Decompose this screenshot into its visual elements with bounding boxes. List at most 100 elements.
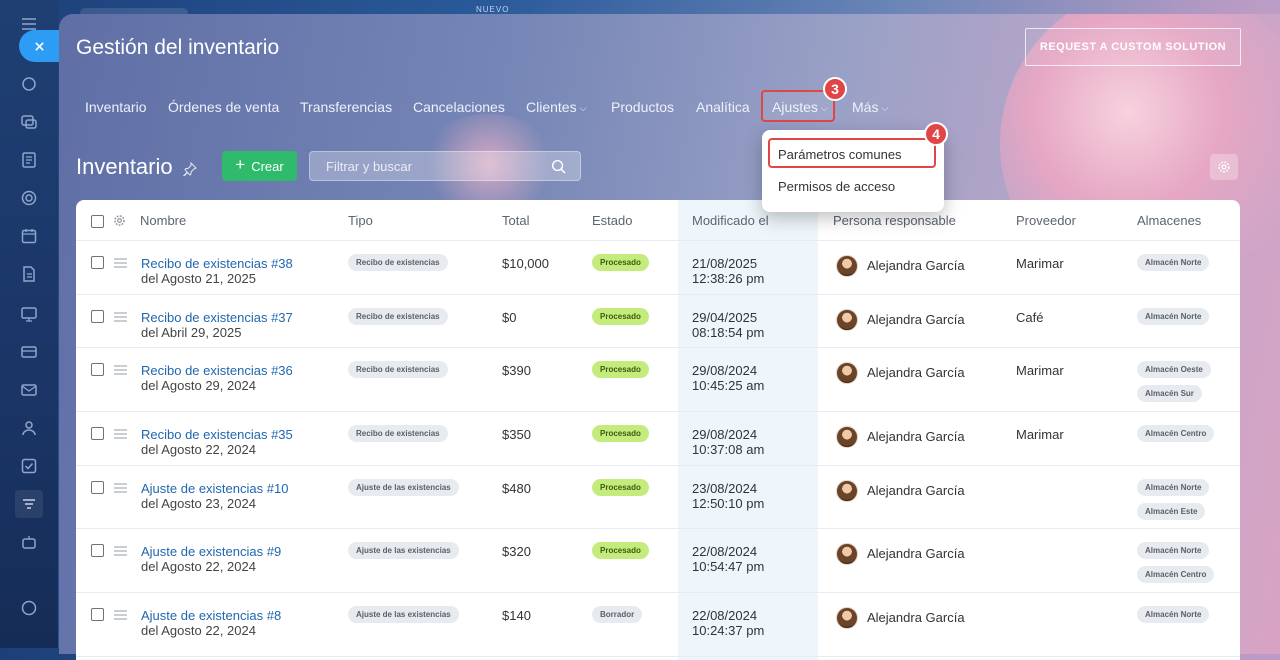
column-header-tipo[interactable]: Tipo bbox=[348, 213, 373, 228]
row-checkbox[interactable] bbox=[91, 363, 104, 376]
tab-mas[interactable]: Más ⌵ bbox=[852, 99, 888, 115]
tab-cancelaciones[interactable]: Cancelaciones bbox=[413, 99, 505, 115]
document-date: del Agosto 22, 2024 bbox=[141, 559, 256, 574]
responsible-person[interactable]: Alejandra García bbox=[867, 312, 965, 327]
gear-icon bbox=[1218, 161, 1230, 173]
pin-icon[interactable] bbox=[183, 162, 197, 176]
modified-time: 12:50:10 pm bbox=[692, 496, 765, 511]
tab-productos[interactable]: Productos bbox=[611, 99, 674, 115]
warehouse-badge: Almacén Norte bbox=[1137, 254, 1210, 271]
row-checkbox[interactable] bbox=[91, 256, 104, 269]
responsible-person[interactable]: Alejandra García bbox=[867, 546, 965, 561]
target-icon[interactable] bbox=[19, 188, 39, 208]
tab-clientes[interactable]: Clientes ⌵ bbox=[526, 99, 586, 115]
tab-ordenes-de-venta[interactable]: Órdenes de venta bbox=[168, 99, 279, 115]
warehouse-badge: Almacén Norte bbox=[1137, 606, 1210, 623]
warehouse-badge: Almacén Oeste bbox=[1137, 361, 1211, 378]
responsible-person[interactable]: Alejandra García bbox=[867, 365, 965, 380]
request-custom-solution-button[interactable]: REQUEST A CUSTOM SOLUTION bbox=[1025, 28, 1241, 66]
tab-transferencias[interactable]: Transferencias bbox=[300, 99, 392, 115]
status-badge: Procesado bbox=[592, 254, 649, 271]
settings-button[interactable] bbox=[1210, 154, 1238, 180]
row-checkbox[interactable] bbox=[91, 427, 104, 440]
search-input[interactable] bbox=[324, 157, 538, 175]
board-icon[interactable] bbox=[19, 304, 39, 324]
document-icon[interactable] bbox=[19, 264, 39, 284]
document-link[interactable]: Ajuste de existencias #10 bbox=[141, 481, 288, 496]
avatar[interactable] bbox=[836, 543, 858, 565]
document-date: del Abril 29, 2025 bbox=[141, 325, 242, 340]
create-button[interactable]: + Crear bbox=[222, 151, 297, 181]
row-checkbox[interactable] bbox=[91, 608, 104, 621]
modified-time: 12:38:26 pm bbox=[692, 271, 765, 286]
warehouse-badge: Almacén Centro bbox=[1137, 425, 1215, 442]
close-slider-button[interactable] bbox=[19, 30, 59, 62]
messages-icon[interactable] bbox=[19, 112, 39, 132]
column-header-proveedor[interactable]: Proveedor bbox=[1016, 213, 1076, 228]
help-icon[interactable] bbox=[19, 598, 39, 618]
feed-icon[interactable] bbox=[19, 150, 39, 170]
row-checkbox[interactable] bbox=[91, 310, 104, 323]
avatar[interactable] bbox=[836, 309, 858, 331]
modified-date: 21/08/2025 bbox=[692, 256, 758, 271]
drag-handle-icon[interactable] bbox=[114, 258, 127, 268]
calendar-icon[interactable] bbox=[19, 226, 39, 246]
responsible-person[interactable]: Alejandra García bbox=[867, 483, 965, 498]
tab-inventario[interactable]: Inventario bbox=[85, 99, 146, 115]
drag-handle-icon[interactable] bbox=[114, 365, 127, 375]
search-field[interactable] bbox=[309, 151, 581, 181]
gear-icon[interactable] bbox=[113, 214, 126, 227]
drag-handle-icon[interactable] bbox=[114, 312, 127, 322]
menu-item-permisos-de-acceso[interactable]: Permisos de acceso bbox=[778, 179, 895, 194]
total-value: $0 bbox=[502, 310, 517, 325]
status-badge: Procesado bbox=[592, 308, 649, 325]
inventory-icon[interactable] bbox=[15, 490, 43, 518]
select-all-checkbox[interactable] bbox=[91, 215, 104, 228]
document-link[interactable]: Ajuste de existencias #9 bbox=[141, 544, 281, 559]
menu-item-parametros-comunes[interactable]: Parámetros comunes bbox=[778, 147, 902, 162]
chat-icon[interactable] bbox=[19, 74, 39, 94]
document-link[interactable]: Recibo de existencias #35 bbox=[141, 427, 293, 442]
drag-handle-icon[interactable] bbox=[114, 546, 127, 556]
responsible-person[interactable]: Alejandra García bbox=[867, 258, 965, 273]
robot-icon[interactable] bbox=[19, 532, 39, 552]
document-link[interactable]: Recibo de existencias #36 bbox=[141, 363, 293, 378]
column-header-modificado[interactable]: Modificado el bbox=[692, 213, 769, 228]
document-link[interactable]: Recibo de existencias #37 bbox=[141, 310, 293, 325]
column-header-persona[interactable]: Persona responsable bbox=[833, 213, 956, 228]
avatar[interactable] bbox=[836, 362, 858, 384]
column-header-nombre[interactable]: Nombre bbox=[140, 213, 186, 228]
type-badge: Recibo de existencias bbox=[348, 361, 448, 378]
row-checkbox[interactable] bbox=[91, 481, 104, 494]
drag-handle-icon[interactable] bbox=[114, 610, 127, 620]
avatar[interactable] bbox=[836, 480, 858, 502]
responsible-person[interactable]: Alejandra García bbox=[867, 610, 965, 625]
card-icon[interactable] bbox=[19, 342, 39, 362]
avatar[interactable] bbox=[836, 607, 858, 629]
document-date: del Agosto 22, 2024 bbox=[141, 442, 256, 457]
left-rail bbox=[0, 0, 58, 648]
app-title: Gestión del inventario bbox=[76, 36, 280, 59]
document-link[interactable]: Recibo de existencias #38 bbox=[141, 256, 293, 271]
column-header-total[interactable]: Total bbox=[502, 213, 529, 228]
warehouse-badge: Almacén Centro bbox=[1137, 566, 1215, 583]
modified-date: 22/08/2024 bbox=[692, 608, 758, 623]
total-value: $140 bbox=[502, 608, 531, 623]
contacts-icon[interactable] bbox=[19, 418, 39, 438]
document-link[interactable]: Ajuste de existencias #8 bbox=[141, 608, 281, 623]
total-value: $10,000 bbox=[502, 256, 549, 271]
responsible-person[interactable]: Alejandra García bbox=[867, 429, 965, 444]
avatar[interactable] bbox=[836, 426, 858, 448]
mail-icon[interactable] bbox=[19, 380, 39, 400]
modified-time: 10:45:25 am bbox=[692, 378, 765, 393]
tab-analitica[interactable]: Analítica bbox=[696, 99, 750, 115]
drag-handle-icon[interactable] bbox=[114, 429, 127, 439]
chevron-down-icon: ⌵ bbox=[881, 103, 889, 113]
column-header-estado[interactable]: Estado bbox=[592, 213, 632, 228]
column-header-almacenes[interactable]: Almacenes bbox=[1137, 213, 1201, 228]
tasks-icon[interactable] bbox=[19, 456, 39, 476]
row-checkbox[interactable] bbox=[91, 544, 104, 557]
drag-handle-icon[interactable] bbox=[114, 483, 127, 493]
avatar[interactable] bbox=[836, 255, 858, 277]
search-icon[interactable] bbox=[551, 159, 566, 174]
